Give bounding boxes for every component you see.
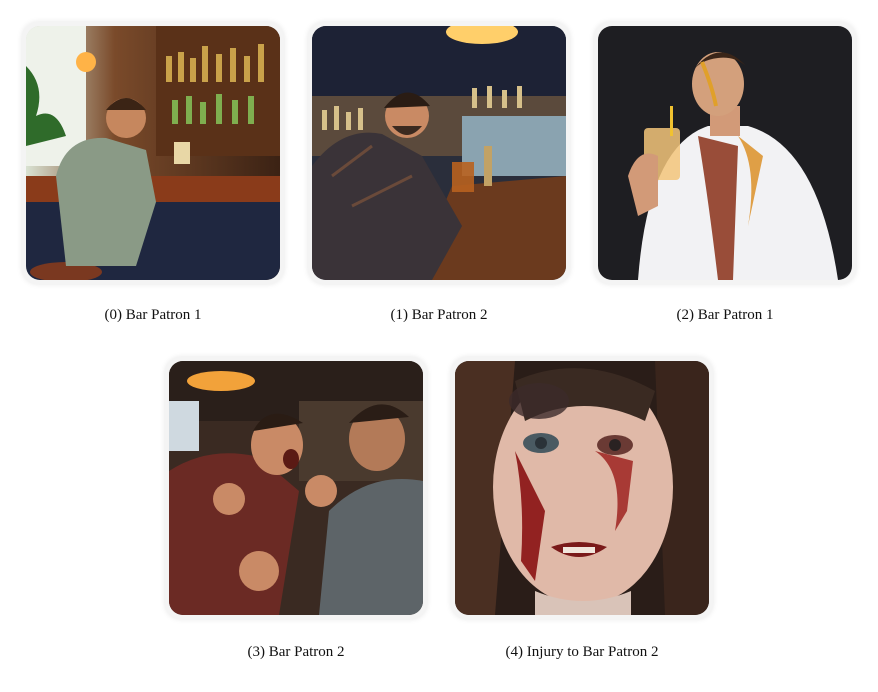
panel-3[interactable] [165,357,427,619]
caption-panel-2: (2) Bar Patron 1 [676,307,774,323]
caption-panel-3: (3) Bar Patron 2 [247,644,345,660]
photo-bar-patron-2-counter [312,26,566,280]
panel-4[interactable] [451,357,713,619]
photo-bar-patron-1-drenched [598,26,852,280]
image-grid: (0) Bar Patron 1 (1) Bar Patron 2 (2) Ba… [0,0,878,692]
photo-bar-patron-2-fight [169,361,423,615]
caption-panel-0: (0) Bar Patron 1 [104,307,202,323]
caption-panel-4: (4) Injury to Bar Patron 2 [505,644,659,660]
panel-2[interactable] [594,22,856,284]
photo-injury-bar-patron-2 [455,361,709,615]
panel-1[interactable] [308,22,570,284]
caption-panel-1: (1) Bar Patron 2 [390,307,488,323]
photo-bar-patron-1-seated [26,26,280,280]
panel-0[interactable] [22,22,284,284]
